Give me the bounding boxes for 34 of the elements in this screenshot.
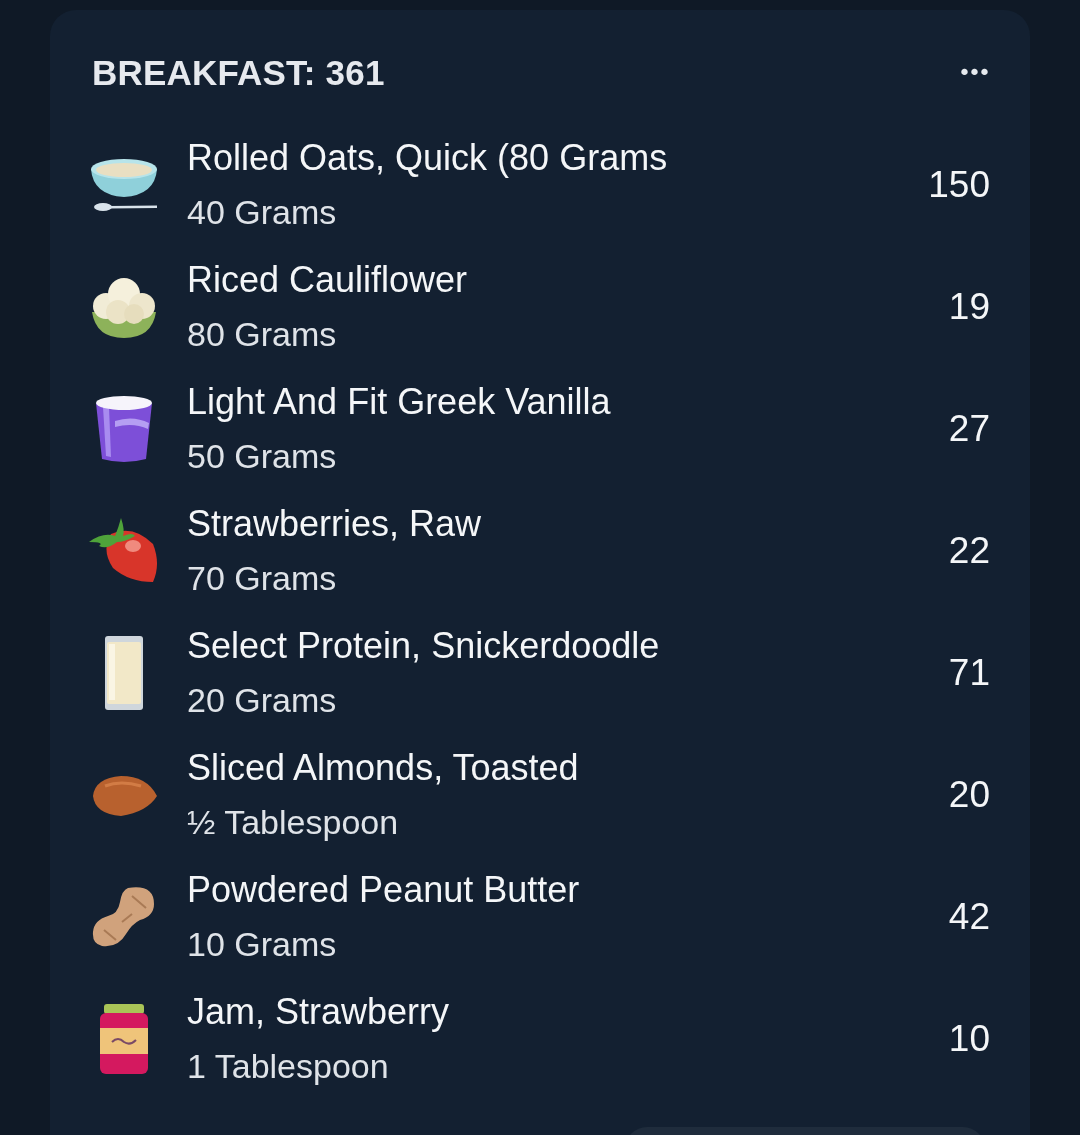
food-name: Sliced Almonds, Toasted: [187, 746, 580, 790]
calorie-count: 42: [948, 896, 990, 938]
food-amount: 1 Tablespoon: [187, 1046, 390, 1087]
food-amount: 70 Grams: [187, 558, 338, 599]
bowl-with-spoon-icon: [89, 157, 159, 213]
food-amount: 20 Grams: [187, 680, 338, 721]
calorie-count: 20: [948, 774, 990, 816]
food-name: Jam, Strawberry: [187, 990, 451, 1034]
yogurt-cup-icon: [95, 395, 153, 463]
food-amount: 40 Grams: [187, 192, 338, 233]
glass-of-milk-icon: [105, 636, 143, 710]
food-amount: 10 Grams: [187, 924, 338, 965]
jam-jar-icon: [100, 1004, 148, 1074]
almond-icon: [91, 774, 157, 816]
calorie-count: 10: [948, 1018, 990, 1060]
calorie-count: 150: [928, 164, 990, 206]
food-amount: 50 Grams: [187, 436, 338, 477]
calorie-count: 19: [948, 286, 990, 328]
strawberry-icon: [89, 518, 159, 584]
cauliflower-icon: [90, 276, 158, 338]
calorie-count: 22: [948, 530, 990, 572]
food-name: Light And Fit Greek Vanilla: [187, 380, 612, 424]
food-amount: ½ Tablespoon: [187, 802, 400, 843]
meal-title: BREAKFAST: 361: [92, 53, 385, 93]
food-name: Powdered Peanut Butter: [187, 868, 581, 912]
food-name: Rolled Oats, Quick (80 Grams: [187, 136, 669, 180]
food-name: Select Protein, Snickerdoodle: [187, 624, 661, 668]
peanut-icon: [92, 886, 156, 948]
more-button[interactable]: •••: [958, 58, 988, 88]
food-name: Riced Cauliflower: [187, 258, 469, 302]
food-amount: 80 Grams: [187, 314, 338, 355]
calorie-count: 27: [948, 408, 990, 450]
calorie-count: 71: [948, 652, 990, 694]
food-name: Strawberries, Raw: [187, 502, 483, 546]
